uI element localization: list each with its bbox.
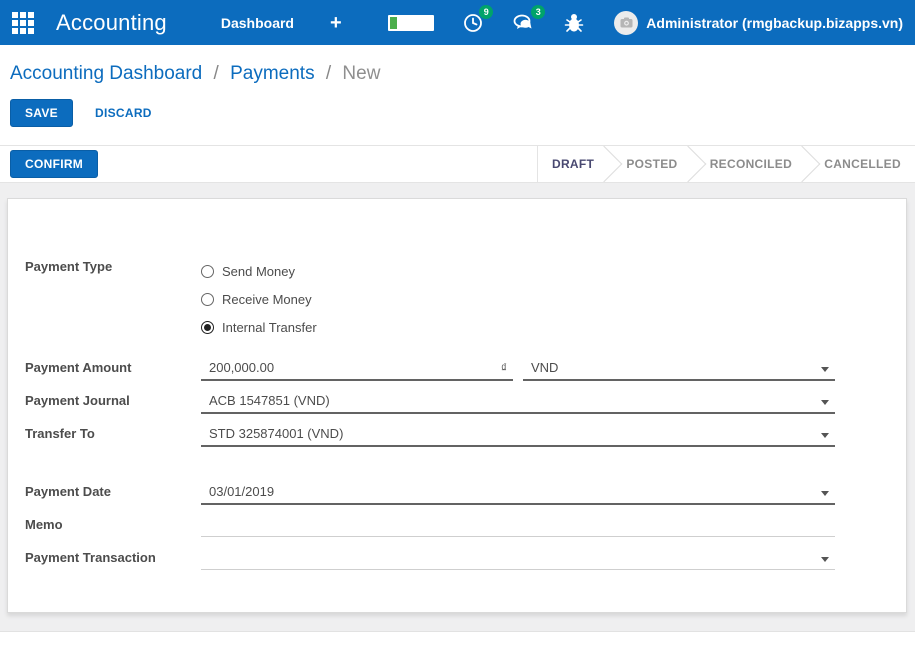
activities-badge: 9 bbox=[479, 5, 493, 19]
sheet-bottom-gap bbox=[0, 613, 915, 631]
payment-transaction-select[interactable] bbox=[201, 548, 835, 570]
payment-date-input[interactable] bbox=[209, 484, 831, 499]
status-pipeline: DRAFT POSTED RECONCILED CANCELLED bbox=[537, 146, 915, 182]
main-content: Payment Type Send Money Receive Money In… bbox=[0, 183, 915, 613]
dropdown-caret-icon[interactable] bbox=[821, 367, 829, 372]
apps-menu-icon[interactable] bbox=[12, 12, 34, 34]
radio-receive-money[interactable]: Receive Money bbox=[201, 285, 317, 313]
memo-input[interactable] bbox=[209, 517, 831, 532]
memo-row: Memo bbox=[25, 515, 906, 548]
radio-selected-icon[interactable] bbox=[201, 321, 214, 334]
radio-internal-transfer[interactable]: Internal Transfer bbox=[201, 313, 317, 341]
payment-transaction-input[interactable] bbox=[209, 550, 831, 565]
transfer-to-row: Transfer To STD 325874001 (VND) bbox=[25, 424, 906, 457]
dropdown-caret-icon[interactable] bbox=[821, 400, 829, 405]
app-title: Accounting bbox=[56, 10, 167, 36]
breadcrumb-new: New bbox=[342, 63, 380, 84]
activities-button[interactable]: 9 bbox=[462, 12, 484, 34]
control-panel-buttons: SAVE DISCARD bbox=[10, 99, 905, 127]
dropdown-caret-icon[interactable] bbox=[821, 433, 829, 438]
payment-amount-label: Payment Amount bbox=[25, 358, 201, 375]
top-navbar: Accounting Dashboard + 9 3 bbox=[0, 0, 915, 45]
breadcrumb-separator: / bbox=[326, 63, 331, 84]
timer-progress-fill bbox=[390, 17, 397, 29]
discard-button[interactable]: DISCARD bbox=[95, 106, 152, 120]
debug-button[interactable] bbox=[564, 12, 584, 34]
breadcrumb-payments[interactable]: Payments bbox=[230, 63, 314, 84]
chevron-right-icon bbox=[784, 146, 821, 182]
payment-journal-select[interactable]: ACB 1547851 (VND) bbox=[201, 391, 835, 414]
radio-send-money-label: Send Money bbox=[222, 264, 295, 279]
radio-icon[interactable] bbox=[201, 265, 214, 278]
transfer-to-value: STD 325874001 (VND) bbox=[209, 426, 343, 441]
radio-icon[interactable] bbox=[201, 293, 214, 306]
chevron-right-icon bbox=[669, 146, 706, 182]
timer-progress-widget[interactable] bbox=[388, 15, 435, 31]
payment-transaction-label: Payment Transaction bbox=[25, 548, 201, 565]
menu-dashboard[interactable]: Dashboard bbox=[221, 15, 294, 31]
payment-transaction-row: Payment Transaction bbox=[25, 548, 906, 581]
radio-internal-transfer-label: Internal Transfer bbox=[222, 320, 317, 335]
bug-icon bbox=[564, 12, 584, 34]
currency-select[interactable]: VND bbox=[523, 358, 835, 381]
camera-icon bbox=[620, 17, 633, 28]
form-statusbar: CONFIRM DRAFT POSTED RECONCILED CANCELLE… bbox=[0, 145, 915, 183]
user-menu[interactable]: Administrator (rmgbackup.bizapps.vn) bbox=[614, 11, 903, 35]
control-panel: Accounting Dashboard / Payments / New SA… bbox=[0, 45, 915, 145]
confirm-button[interactable]: CONFIRM bbox=[10, 150, 98, 178]
payment-journal-value: ACB 1547851 (VND) bbox=[209, 393, 330, 408]
status-cancelled[interactable]: CANCELLED bbox=[824, 157, 901, 171]
transfer-to-select[interactable]: STD 325874001 (VND) bbox=[201, 424, 835, 447]
save-button[interactable]: SAVE bbox=[10, 99, 73, 127]
memo-label: Memo bbox=[25, 515, 201, 532]
dropdown-caret-icon[interactable] bbox=[821, 557, 829, 562]
radio-receive-money-label: Receive Money bbox=[222, 292, 312, 307]
plus-icon[interactable]: + bbox=[330, 13, 342, 33]
radio-send-money[interactable]: Send Money bbox=[201, 257, 317, 285]
payment-journal-label: Payment Journal bbox=[25, 391, 201, 408]
memo-field[interactable] bbox=[201, 515, 835, 537]
payment-amount-row: Payment Amount ₫ VND bbox=[25, 358, 906, 391]
chevron-right-icon bbox=[586, 146, 623, 182]
user-name: Administrator (rmgbackup.bizapps.vn) bbox=[646, 15, 903, 31]
payment-date-field[interactable] bbox=[201, 482, 835, 505]
currency-symbol: ₫ bbox=[501, 361, 509, 375]
breadcrumb: Accounting Dashboard / Payments / New bbox=[10, 63, 905, 85]
payment-amount-input[interactable] bbox=[209, 360, 501, 375]
payment-date-label: Payment Date bbox=[25, 482, 201, 499]
messages-button[interactable]: 3 bbox=[512, 12, 536, 34]
avatar bbox=[614, 11, 638, 35]
currency-value: VND bbox=[531, 360, 558, 375]
form-sheet: Payment Type Send Money Receive Money In… bbox=[7, 198, 907, 613]
payment-journal-row: Payment Journal ACB 1547851 (VND) bbox=[25, 391, 906, 424]
breadcrumb-separator: / bbox=[214, 63, 219, 84]
transfer-to-label: Transfer To bbox=[25, 424, 201, 441]
dropdown-caret-icon[interactable] bbox=[821, 491, 829, 496]
messages-badge: 3 bbox=[531, 5, 545, 19]
payment-type-row: Payment Type Send Money Receive Money In… bbox=[25, 257, 906, 341]
payment-amount-field[interactable]: ₫ bbox=[201, 358, 513, 381]
status-reconciled[interactable]: RECONCILED bbox=[710, 157, 792, 171]
breadcrumb-accounting-dashboard[interactable]: Accounting Dashboard bbox=[10, 63, 202, 84]
chatter-area bbox=[0, 631, 915, 654]
payment-type-radio-group: Send Money Receive Money Internal Transf… bbox=[201, 257, 317, 341]
payment-date-row: Payment Date bbox=[25, 482, 906, 515]
payment-type-label: Payment Type bbox=[25, 257, 201, 341]
